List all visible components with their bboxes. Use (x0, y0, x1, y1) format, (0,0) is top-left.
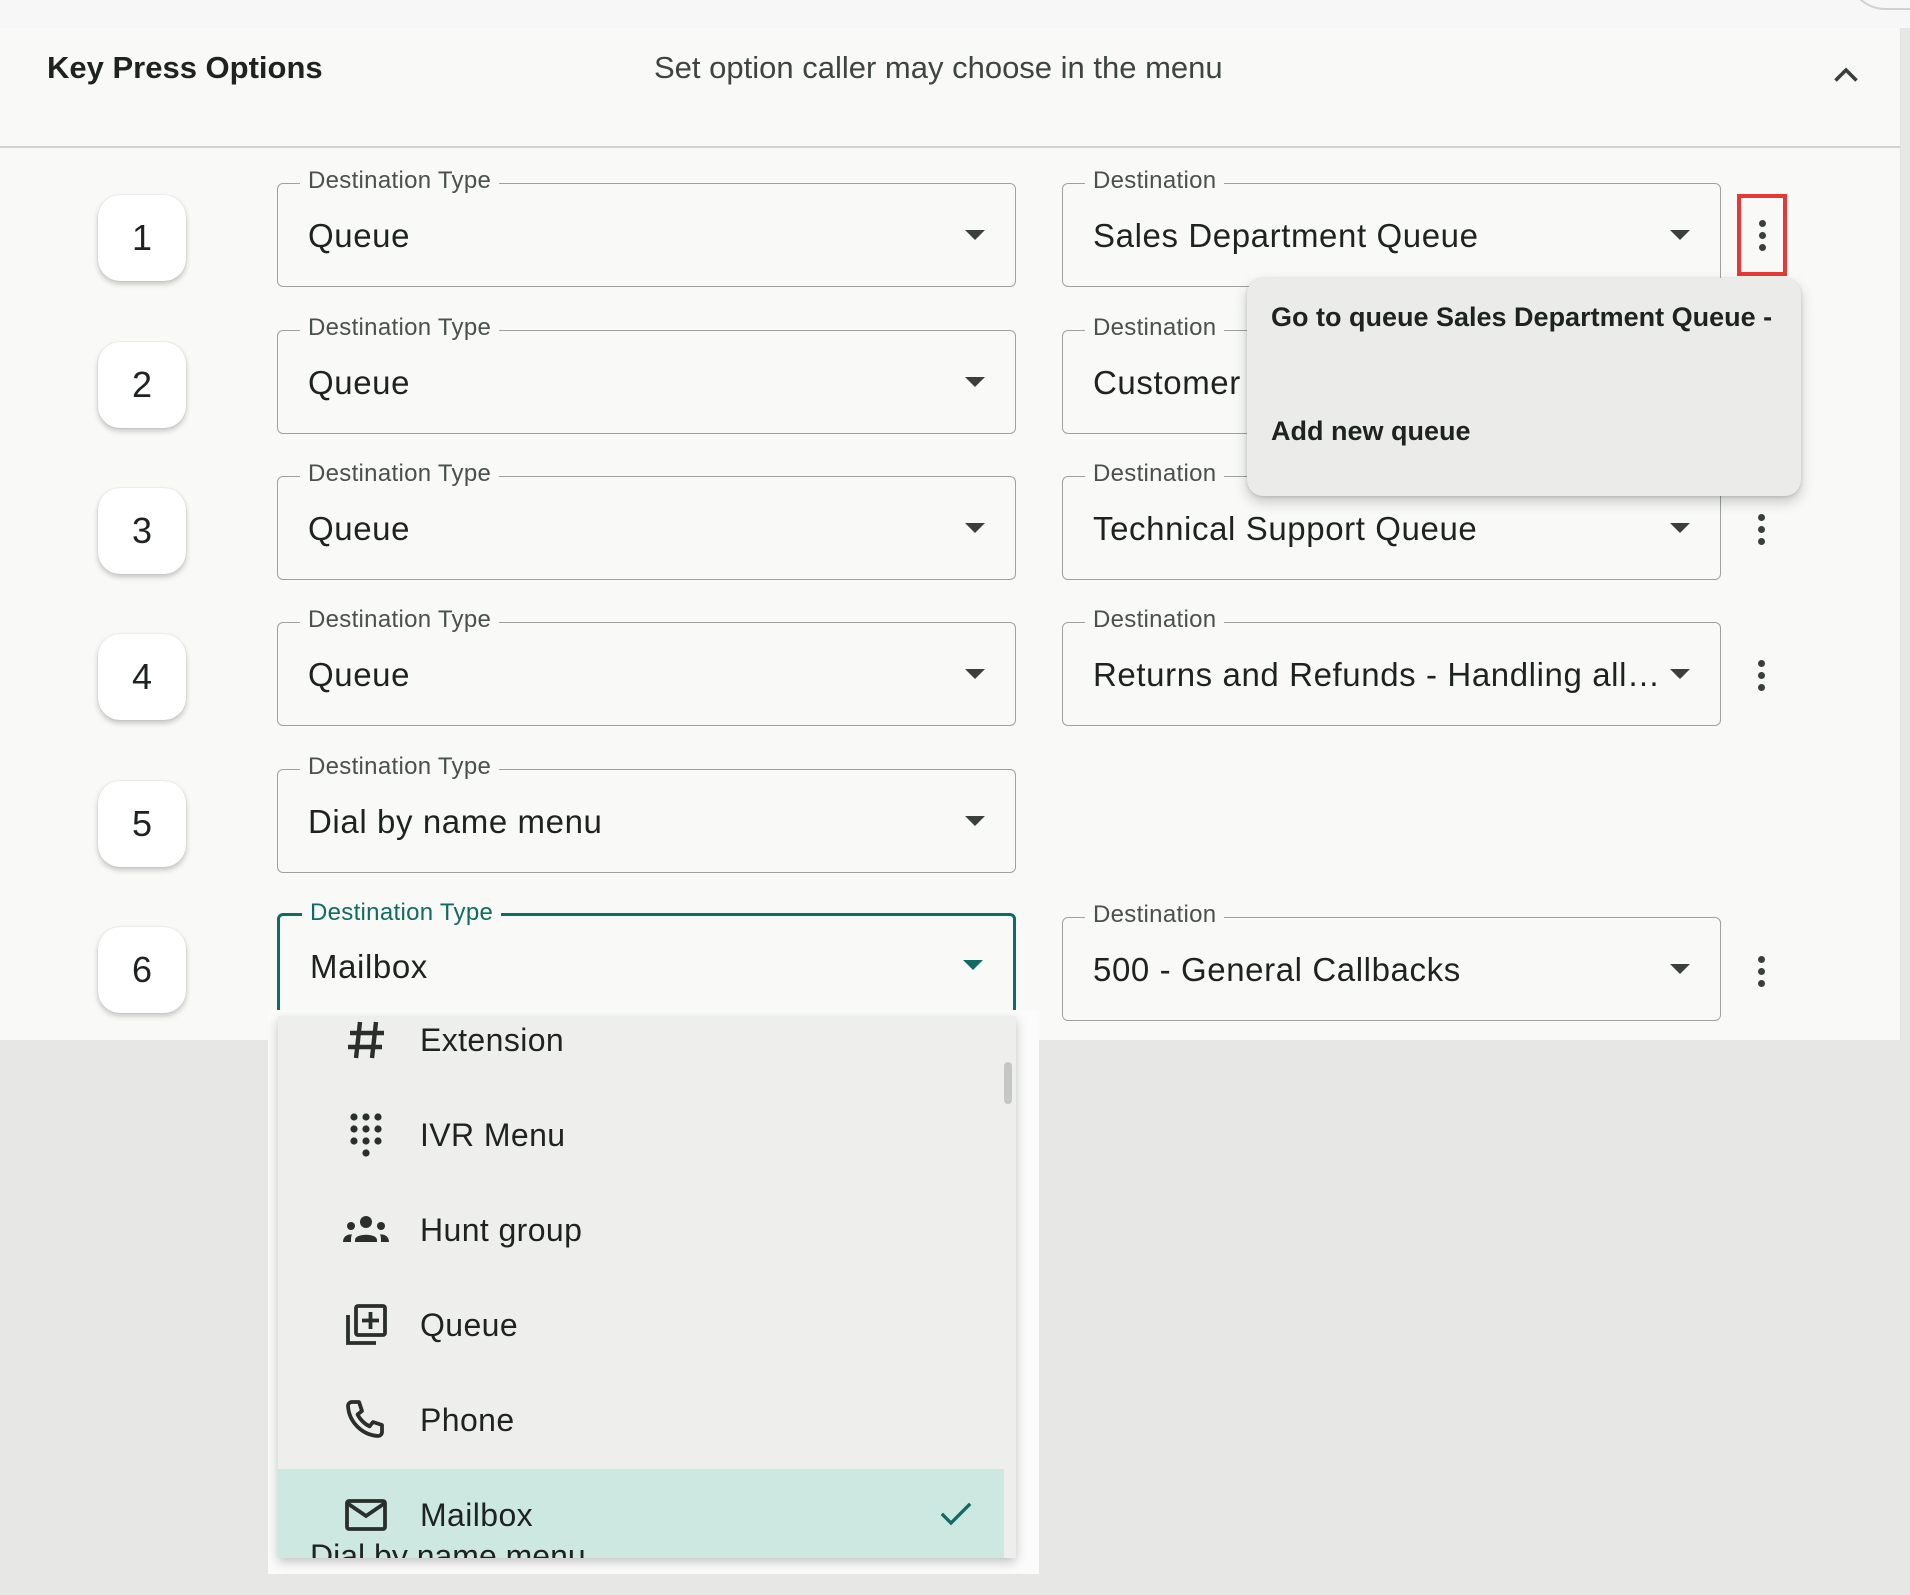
listbox-scrollbar-thumb[interactable] (1004, 1062, 1012, 1104)
option-dial-by-name-menu-partial[interactable]: Dial by name menu (310, 1538, 586, 1558)
field-label: Destination Type (300, 460, 500, 488)
destination-type-select-2[interactable]: Destination Type Queue (277, 314, 1016, 434)
chevron-up-icon[interactable] (1828, 58, 1864, 94)
field-value: Queue (308, 364, 411, 401)
dropdown-arrow-icon (965, 523, 985, 533)
dropdown-arrow-icon (963, 960, 983, 970)
key-row-5: 5 Destination Type Dial by name menu (0, 753, 1900, 915)
menu-item-add-new-queue[interactable]: Add new queue (1271, 416, 1471, 447)
destination-type-select-1[interactable]: Destination Type Queue (277, 167, 1016, 287)
field-value: Sales Department Queue (1093, 217, 1479, 254)
key-button-1[interactable]: 1 (98, 195, 186, 281)
section-title: Key Press Options (47, 50, 323, 85)
top-strip (0, 0, 1910, 28)
key-button-2[interactable]: 2 (98, 342, 186, 428)
dropdown-arrow-icon (1670, 669, 1690, 679)
field-label: Destination (1085, 167, 1225, 195)
queue-add-icon (346, 1304, 387, 1345)
destination-type-select-5[interactable]: Destination Type Dial by name menu (277, 753, 1016, 873)
option-queue[interactable]: Queue (278, 1279, 1004, 1374)
field-value: Dial by name menu (308, 803, 603, 840)
destination-select-4[interactable]: Destination Returns and Refunds - Handli… (1062, 606, 1721, 726)
dropdown-arrow-icon (1670, 964, 1690, 974)
field-label: Destination (1085, 460, 1225, 488)
field-value: Queue (308, 656, 411, 693)
field-value: 500 - General Callbacks (1093, 951, 1461, 988)
option-label: Queue (420, 1307, 519, 1343)
more-options-icon[interactable] (1740, 508, 1782, 550)
field-label: Destination (1085, 901, 1225, 929)
field-label: Destination Type (302, 899, 502, 927)
more-options-icon[interactable] (1740, 654, 1782, 696)
dropdown-arrow-icon (965, 816, 985, 826)
field-value: Technical Support Queue (1093, 510, 1478, 547)
destination-type-select-3[interactable]: Destination Type Queue (277, 460, 1016, 580)
destination-type-select-6[interactable]: Destination Type Mailbox (277, 899, 1016, 1015)
option-ivr-menu[interactable]: IVR Menu (278, 1089, 1004, 1184)
field-label: Destination Type (300, 314, 500, 342)
option-label: Mailbox (420, 1497, 534, 1533)
key-button-5[interactable]: 5 (98, 781, 186, 867)
field-label: Destination (1085, 606, 1225, 634)
destination-type-select-4[interactable]: Destination Type Queue (277, 606, 1016, 726)
field-label: Destination Type (300, 606, 500, 634)
key-press-options-panel: Key Press Options Set option caller may … (0, 28, 1901, 1040)
more-options-icon[interactable] (1737, 194, 1787, 276)
hash-icon (348, 1021, 384, 1059)
key-button-6[interactable]: 6 (98, 927, 186, 1013)
field-value: Mailbox (310, 948, 428, 985)
dialpad-icon (350, 1113, 382, 1157)
field-value: Queue (308, 510, 411, 547)
option-label: Phone (420, 1402, 515, 1438)
key-row-4: 4 Destination Type Queue Destination Ret… (0, 606, 1900, 768)
option-label: Hunt group (420, 1212, 583, 1248)
dropdown-arrow-icon (965, 377, 985, 387)
option-label: Extension (420, 1022, 565, 1058)
group-icon (343, 1216, 389, 1242)
field-value: Queue (308, 217, 411, 254)
destination-context-menu: Go to queue Sales Department Queue - Add… (1247, 278, 1801, 496)
destination-select-6[interactable]: Destination 500 - General Callbacks (1062, 901, 1721, 1021)
destination-select-1[interactable]: Destination Sales Department Queue (1062, 167, 1721, 287)
panel-header[interactable]: Key Press Options Set option caller may … (0, 28, 1900, 148)
dropdown-arrow-icon (965, 230, 985, 240)
key-button-4[interactable]: 4 (98, 634, 186, 720)
more-options-icon[interactable] (1740, 950, 1782, 992)
dropdown-arrow-icon (965, 669, 985, 679)
dropdown-arrow-icon (1670, 523, 1690, 533)
field-value: Returns and Refunds - Handling all p… (1093, 656, 1663, 693)
section-description: Set option caller may choose in the menu (654, 50, 1223, 85)
destination-type-listbox[interactable]: Extension IVR Menu Hunt group Queue Phon… (278, 1016, 1016, 1558)
field-label: Destination (1085, 314, 1225, 342)
phone-icon (346, 1400, 384, 1438)
menu-item-go-to-queue[interactable]: Go to queue Sales Department Queue - (1271, 302, 1772, 333)
check-icon (940, 1502, 972, 1526)
option-phone[interactable]: Phone (278, 1374, 1004, 1469)
option-extension[interactable]: Extension (278, 1016, 1004, 1089)
field-label: Destination Type (300, 753, 500, 781)
field-label: Destination Type (300, 167, 500, 195)
option-label: IVR Menu (420, 1117, 566, 1153)
mail-icon (345, 1499, 387, 1531)
key-button-3[interactable]: 3 (98, 488, 186, 574)
dropdown-arrow-icon (1670, 230, 1690, 240)
option-hunt-group[interactable]: Hunt group (278, 1184, 1004, 1279)
key-row-3: 3 Destination Type Queue Destination Tec… (0, 460, 1900, 622)
